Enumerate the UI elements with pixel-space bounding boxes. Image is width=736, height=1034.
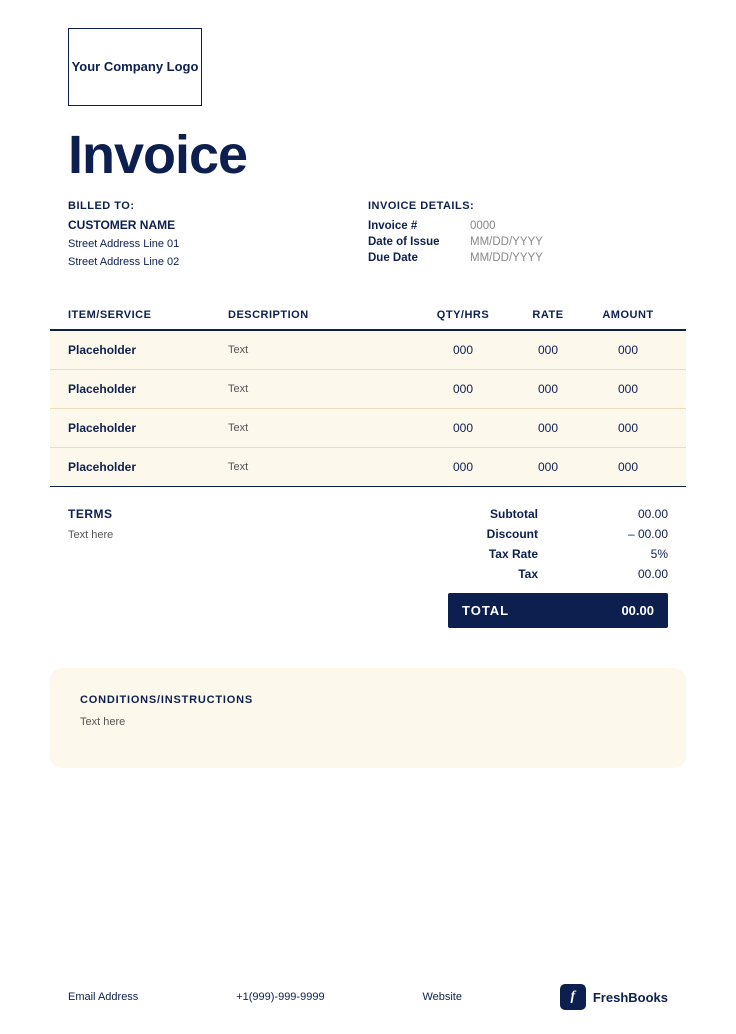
total-label: TOTAL [462,603,509,618]
discount-value: – 00.00 [598,527,668,541]
conditions-text: Text here [80,716,656,728]
table-row: Placeholder Text 000 000 000 [50,409,686,448]
subtotal-label: Subtotal [448,507,538,521]
total-value: 00.00 [621,603,654,618]
tax-rate-label: Tax Rate [448,547,538,561]
terms-label: TERMS [68,507,448,521]
customer-name: CUSTOMER NAME [68,218,368,232]
date-of-issue-key: Date of Issue [368,236,458,248]
col-amount: AMOUNT [588,309,668,321]
freshbooks-logo: f FreshBooks [560,984,668,1010]
terms-block: TERMS Text here [68,507,448,628]
billed-to-block: BILLED TO: CUSTOMER NAME Street Address … [68,200,368,271]
tax-rate-value: 5% [598,547,668,561]
address-line2: Street Address Line 02 [68,254,368,272]
invoice-number-row: Invoice # 0000 [368,220,496,232]
footer-email: Email Address [68,991,138,1003]
tax-value: 00.00 [598,567,668,581]
totals-section: TERMS Text here Subtotal 00.00 Discount … [0,487,736,628]
terms-text: Text here [68,529,448,541]
invoice-details-label: INVOICE DETAILS: [368,200,474,212]
address-line1: Street Address Line 01 [68,236,368,254]
invoice-number-key: Invoice # [368,220,458,232]
due-date-row: Due Date MM/DD/YYYY [368,252,543,264]
due-date-val: MM/DD/YYYY [470,252,543,264]
footer-website: Website [422,991,462,1003]
conditions-label: CONDITIONS/INSTRUCTIONS [80,694,656,706]
tax-rate-row: Tax Rate 5% [448,547,668,561]
subtotal-row: Subtotal 00.00 [448,507,668,521]
tax-label: Tax [448,567,538,581]
footer-phone: +1(999)-999-9999 [236,991,324,1003]
subtotal-value: 00.00 [598,507,668,521]
discount-label: Discount [448,527,538,541]
col-item: ITEM/SERVICE [68,309,228,321]
tax-row: Tax 00.00 [448,567,668,581]
col-qty: QTY/HRS [418,309,508,321]
total-final-row: TOTAL 00.00 [448,593,668,628]
billed-to-label: BILLED TO: [68,200,368,212]
col-rate: RATE [508,309,588,321]
table-row: Placeholder Text 000 000 000 [50,370,686,409]
table-row: Placeholder Text 000 000 000 [50,448,686,487]
invoice-details-block: INVOICE DETAILS: Invoice # 0000 Date of … [368,200,668,271]
billing-section: BILLED TO: CUSTOMER NAME Street Address … [0,182,736,271]
totals-block: Subtotal 00.00 Discount – 00.00 Tax Rate… [448,507,668,628]
header: Your Company Logo [0,0,736,106]
invoice-heading: Invoice [68,128,668,182]
table-body: Placeholder Text 000 000 000 Placeholder… [50,331,686,487]
footer: Email Address +1(999)-999-9999 Website f… [0,984,736,1010]
due-date-key: Due Date [368,252,458,264]
table-header-row: ITEM/SERVICE DESCRIPTION QTY/HRS RATE AM… [50,301,686,331]
invoice-page: Your Company Logo Invoice BILLED TO: CUS… [0,0,736,1034]
freshbooks-brand-name: FreshBooks [593,990,668,1005]
invoice-title-section: Invoice [0,106,736,182]
date-of-issue-val: MM/DD/YYYY [470,236,543,248]
table-row: Placeholder Text 000 000 000 [50,331,686,370]
invoice-number-val: 0000 [470,220,496,232]
conditions-section: CONDITIONS/INSTRUCTIONS Text here [50,668,686,768]
company-logo: Your Company Logo [68,28,202,106]
discount-row: Discount – 00.00 [448,527,668,541]
date-of-issue-row: Date of Issue MM/DD/YYYY [368,236,543,248]
line-items-table: ITEM/SERVICE DESCRIPTION QTY/HRS RATE AM… [0,301,736,487]
freshbooks-icon: f [560,984,586,1010]
col-desc: DESCRIPTION [228,309,418,321]
